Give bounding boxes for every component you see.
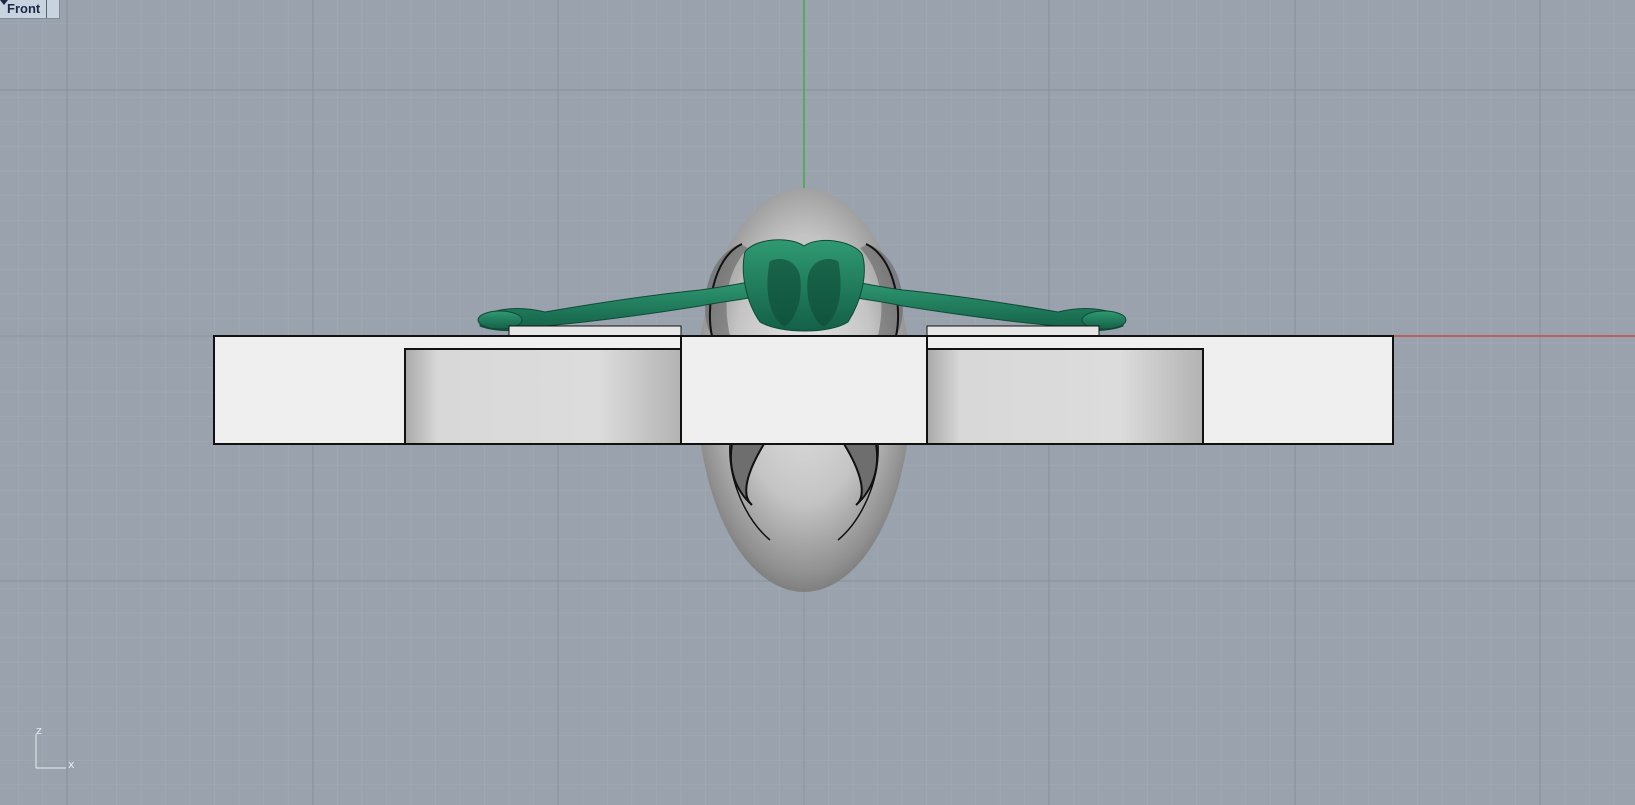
viewport-canvas[interactable]	[0, 0, 1635, 805]
front-viewport[interactable]: Front z x	[0, 0, 1635, 805]
x-axis-label: x	[68, 758, 75, 771]
center-block	[680, 335, 928, 445]
z-axis-label: z	[36, 724, 42, 737]
viewport-title-tab[interactable]: Front	[0, 0, 61, 19]
right-pad	[926, 325, 1100, 337]
left-pad	[508, 325, 682, 337]
chevron-down-icon[interactable]	[0, 0, 59, 18]
axis-gizmo: z x	[30, 724, 80, 771]
base-slab[interactable]	[213, 335, 1394, 445]
left-inset-panel	[404, 348, 682, 445]
right-inset-panel	[926, 348, 1204, 445]
